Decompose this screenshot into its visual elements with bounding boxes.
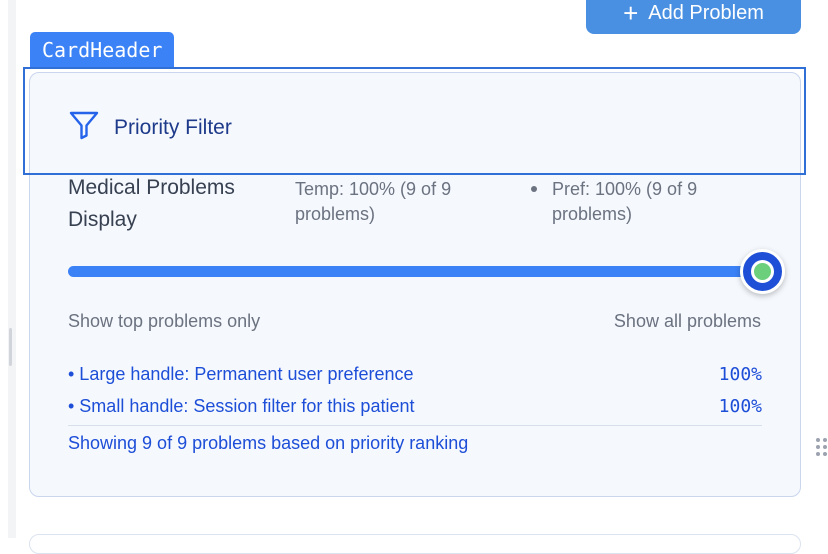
legend-value: 100%: [718, 395, 762, 417]
slider-max-label: Show all problems: [613, 311, 761, 331]
plus-icon: +: [623, 0, 639, 28]
temp-stat: Temp: 100% (9 of 9 problems): [295, 179, 452, 224]
drag-handle-icon[interactable]: [816, 438, 828, 464]
component-tag: CardHeader: [30, 32, 175, 67]
add-problem-button[interactable]: + Add Problem: [586, 0, 801, 34]
legend-item: • Small handle: Session filter for this …: [68, 393, 762, 419]
legend-item: • Large handle: Permanent user preferenc…: [68, 361, 762, 387]
slider-min-label: Show top problems only: [68, 311, 261, 331]
divider: [68, 425, 762, 426]
section-title: Medical Problems Display: [68, 176, 235, 231]
session-filter-handle[interactable]: [751, 260, 774, 283]
stat-bullet: [531, 186, 537, 192]
legend-label: • Small handle: Session filter for this …: [68, 395, 415, 416]
priority-slider[interactable]: [68, 249, 785, 294]
add-problem-label: Add Problem: [648, 1, 764, 24]
next-card: [29, 534, 801, 554]
card-header-highlight: [23, 67, 806, 175]
legend-label: • Large handle: Permanent user preferenc…: [68, 363, 414, 384]
filter-summary: Showing 9 of 9 problems based on priorit…: [68, 433, 469, 453]
panel-resize-handle[interactable]: [9, 328, 12, 366]
legend-value: 100%: [718, 363, 762, 385]
slider-fill: [68, 266, 762, 277]
pref-stat: Pref: 100% (9 of 9 problems): [552, 179, 698, 224]
